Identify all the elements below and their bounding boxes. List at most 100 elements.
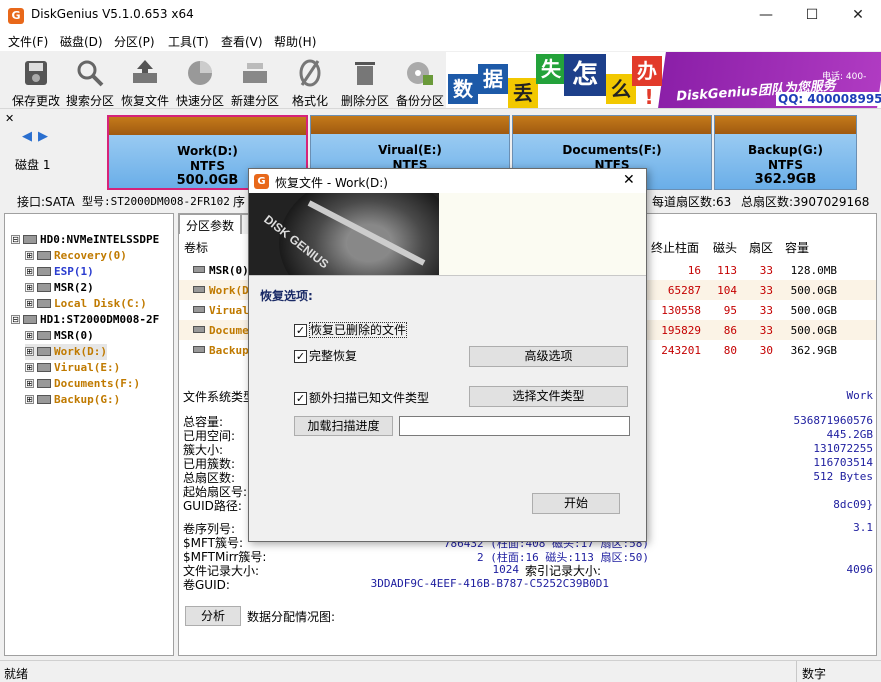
format-button[interactable]: 格式化 — [282, 53, 338, 108]
select-file-types-button[interactable]: 选择文件类型 — [469, 386, 628, 407]
menu-disk[interactable]: 磁盘(D) — [60, 33, 103, 50]
tree-expander-icon[interactable]: ⊞ — [25, 251, 34, 260]
recover-deleted-checkbox[interactable]: ✓ 恢复已删除的文件 — [294, 321, 408, 338]
status-text: 就绪 — [4, 667, 29, 681]
checkbox-check-icon: ✓ — [294, 324, 307, 337]
menu-tools[interactable]: 工具(T) — [168, 33, 209, 50]
drive-icon — [23, 315, 37, 324]
tree-item[interactable]: ⊞ Backup(G:) — [25, 392, 120, 408]
menu-partition[interactable]: 分区(P) — [114, 33, 155, 50]
tree-item-label: ESP(1) — [54, 265, 94, 278]
allocation-chart-label: 数据分配情况图: — [247, 610, 336, 624]
tree-expander-icon[interactable]: ⊞ — [25, 379, 34, 388]
menu-help[interactable]: 帮助(H) — [274, 33, 316, 50]
tree-expander-icon[interactable]: ⊟ — [11, 315, 20, 324]
tree-expander-icon[interactable]: ⊞ — [25, 267, 34, 276]
cell-head: 113 — [717, 264, 737, 277]
tree-expander-icon[interactable]: ⊞ — [25, 283, 34, 292]
search-partition-button[interactable]: 搜索分区 — [62, 53, 118, 108]
tree-item[interactable]: ⊟ HD1:ST2000DM008-2F — [11, 312, 159, 328]
cell-head: 95 — [723, 304, 737, 317]
next-disk-arrow-icon[interactable]: ▶ — [38, 129, 48, 144]
advanced-options-button[interactable]: 高级选项 — [469, 346, 628, 367]
track-sectors: 每道扇区数:63 — [652, 195, 732, 209]
tree-expander-icon[interactable]: ⊟ — [11, 235, 20, 244]
tree-expander-icon[interactable]: ⊞ — [25, 363, 34, 372]
app-icon: G — [8, 8, 24, 24]
promo-banner[interactable]: 数 据 丢 失 怎 么 办 ! DiskGenius团队为您服务 电话: 400… — [446, 52, 881, 108]
tree-expander-icon[interactable]: ⊞ — [25, 347, 34, 356]
close-icon[interactable]: ✕ — [5, 112, 14, 125]
recover-files-button[interactable]: 恢复文件 — [117, 53, 173, 108]
col-capacity[interactable]: 容量 — [785, 239, 809, 256]
tree-item[interactable]: ⊞ ESP(1) — [25, 264, 94, 280]
index-size-value: 4096 — [846, 563, 874, 576]
maximize-button[interactable]: ☐ — [789, 0, 835, 31]
cell-capacity: 500.0GB — [790, 304, 837, 317]
scan-known-types-checkbox[interactable]: ✓ 额外扫描已知文件类型 — [294, 389, 429, 406]
new-partition-button[interactable]: 新建分区 — [227, 53, 283, 108]
tree-item-label: HD1:ST2000DM008-2F — [40, 313, 160, 326]
full-recovery-checkbox[interactable]: ✓ 完整恢复 — [294, 347, 357, 364]
recover-icon — [133, 60, 157, 83]
hard-disk-illustration: DISK GENIUS — [249, 193, 646, 275]
cell-capacity: 362.9GB — [790, 344, 837, 357]
tree-item[interactable]: ⊞ Recovery(0) — [25, 248, 127, 264]
prev-disk-arrow-icon[interactable]: ◀ — [22, 129, 32, 144]
partition-block-backup[interactable]: Backup(G:) NTFS 362.9GB — [714, 115, 857, 190]
disk-model: 型号:ST2000DM008-2FR102 — [82, 195, 230, 208]
tree-item[interactable]: ⊞ Documents(F:) — [25, 376, 140, 392]
tree-item[interactable]: ⊞ Work(D:) — [25, 344, 107, 360]
col-label[interactable]: 卷标 — [184, 239, 208, 256]
delete-partition-button[interactable]: 删除分区 — [337, 53, 393, 108]
scan-progress-path-input[interactable] — [399, 416, 630, 436]
window-title: DiskGenius V5.1.0.653 x64 — [31, 7, 194, 21]
col-head[interactable]: 磁头 — [713, 239, 737, 256]
col-sector[interactable]: 扇区 — [749, 239, 773, 256]
tree-item[interactable]: ⊞ MSR(2) — [25, 280, 94, 296]
tree-item[interactable]: ⊞ Virual(E:) — [25, 360, 120, 376]
format-icon — [299, 59, 321, 87]
tree-item[interactable]: ⊟ HD0:NVMeINTELSSDPE — [11, 232, 159, 248]
tree-item[interactable]: ⊞ MSR(0) — [25, 328, 94, 344]
minimize-button[interactable]: — — [743, 0, 789, 31]
drive-icon — [37, 299, 51, 308]
fs-info-value: 116703514 — [813, 456, 873, 469]
dialog-close-button[interactable]: ✕ — [623, 172, 635, 188]
tree-item-label: Local Disk(C:) — [54, 297, 147, 310]
drive-icon — [193, 266, 205, 273]
quick-partition-button[interactable]: 快速分区 — [172, 53, 228, 108]
tree-expander-icon[interactable]: ⊞ — [25, 331, 34, 340]
tree-expander-icon[interactable]: ⊞ — [25, 299, 34, 308]
backup-partition-button[interactable]: 备份分区 — [392, 53, 448, 108]
record-size-value: 1024 — [492, 563, 520, 576]
fs-info-value: 445.2GB — [826, 428, 873, 441]
menu-view[interactable]: 查看(V) — [221, 33, 263, 50]
cell-sector: 30 — [759, 344, 773, 357]
tree-expander-icon[interactable]: ⊞ — [25, 395, 34, 404]
start-button[interactable]: 开始 — [532, 493, 620, 514]
drive-icon — [37, 395, 51, 404]
cell-label: MSR(0) — [209, 264, 249, 277]
fs-info-value: 131072255 — [813, 442, 873, 455]
banner-phone: 电话: 400- — [822, 72, 867, 82]
col-end-cylinder[interactable]: 终止柱面 — [651, 239, 699, 256]
tree-item-label: Recovery(0) — [54, 249, 127, 262]
volume-name-value: Work — [846, 389, 874, 402]
backup-icon — [407, 62, 433, 85]
status-bar: 就绪 数字 — [0, 660, 881, 682]
close-button[interactable]: ✕ — [835, 0, 881, 31]
checkbox-check-icon: ✓ — [294, 392, 307, 405]
cell-capacity: 500.0GB — [790, 284, 837, 297]
disk-interface: 接口:SATA — [17, 195, 75, 209]
disk-serial-label: 序 — [233, 195, 246, 209]
tab-partition-params[interactable]: 分区参数 — [179, 214, 242, 234]
cell-sector: 33 — [759, 304, 773, 317]
tree-item[interactable]: ⊞ Local Disk(C:) — [25, 296, 147, 312]
analyze-button[interactable]: 分析 — [185, 606, 241, 626]
dialog-app-icon: G — [254, 174, 269, 189]
menu-file[interactable]: 文件(F) — [8, 33, 48, 50]
load-scan-progress-button[interactable]: 加载扫描进度 — [294, 416, 393, 436]
recover-files-dialog: G 恢复文件 - Work(D:) ✕ DISK GENIUS 恢复选项: ✓ 恢… — [248, 168, 647, 542]
save-changes-button[interactable]: 保存更改 — [8, 53, 64, 108]
